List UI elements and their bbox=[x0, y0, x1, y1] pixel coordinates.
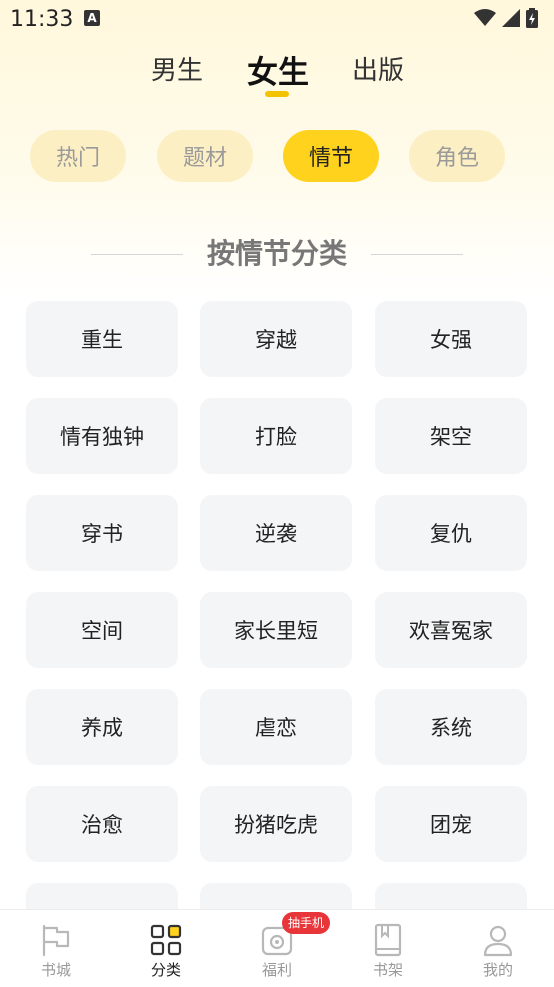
wifi-icon bbox=[474, 9, 496, 26]
tag-item-partial[interactable] bbox=[375, 883, 527, 909]
tag-item[interactable]: 系统 bbox=[375, 689, 527, 765]
category-chips: 热门 题材 情节 角色 bbox=[0, 130, 554, 184]
nav-label: 我的 bbox=[482, 961, 513, 979]
tab-publish[interactable]: 出版 bbox=[352, 50, 404, 87]
tag-item-partial[interactable] bbox=[26, 883, 178, 909]
tag-item[interactable]: 架空 bbox=[375, 398, 527, 474]
tag-item[interactable]: 穿书 bbox=[26, 495, 178, 571]
bookshelf-icon bbox=[374, 923, 402, 957]
bottom-nav: 书城 分类 抽手机 福利 书架 我的 bbox=[0, 909, 554, 987]
nav-label: 书架 bbox=[372, 961, 403, 979]
grid-icon bbox=[150, 924, 182, 956]
tag-item[interactable]: 女强 bbox=[375, 301, 527, 377]
tag-item[interactable]: 穿越 bbox=[200, 301, 352, 377]
person-icon bbox=[483, 925, 513, 957]
tag-item[interactable]: 养成 bbox=[26, 689, 178, 765]
nav-label: 福利 bbox=[261, 961, 292, 979]
gender-tabs: 男生 女生 出版 bbox=[0, 50, 554, 110]
tag-item[interactable]: 家长里短 bbox=[200, 592, 352, 668]
chip-hot[interactable]: 热门 bbox=[30, 130, 126, 182]
tag-item[interactable]: 虐恋 bbox=[200, 689, 352, 765]
chip-plot[interactable]: 情节 bbox=[283, 130, 379, 182]
tag-item[interactable]: 复仇 bbox=[375, 495, 527, 571]
tag-item[interactable]: 逆袭 bbox=[200, 495, 352, 571]
tag-item[interactable]: 扮猪吃虎 bbox=[200, 786, 352, 862]
notification-icon: A bbox=[84, 10, 100, 26]
status-bar: 11:33 A bbox=[0, 0, 554, 38]
tag-item[interactable]: 团宠 bbox=[375, 786, 527, 862]
chip-theme[interactable]: 题材 bbox=[157, 130, 253, 182]
tab-female[interactable]: 女生 bbox=[247, 47, 309, 92]
chip-role[interactable]: 角色 bbox=[409, 130, 505, 182]
nav-category[interactable]: 分类 bbox=[111, 910, 221, 987]
tag-item-partial[interactable] bbox=[200, 883, 352, 909]
status-time: 11:33 bbox=[10, 7, 74, 32]
nav-label: 书城 bbox=[40, 961, 71, 979]
tag-item[interactable]: 治愈 bbox=[26, 786, 178, 862]
signal-icon bbox=[502, 9, 520, 27]
flag-icon bbox=[42, 924, 70, 957]
tag-item[interactable]: 打脸 bbox=[200, 398, 352, 474]
section-header: 按情节分类 bbox=[0, 232, 554, 276]
tab-active-indicator bbox=[265, 91, 289, 97]
welfare-badge: 抽手机 bbox=[282, 912, 331, 934]
nav-welfare[interactable]: 抽手机 福利 bbox=[222, 910, 332, 987]
nav-label: 分类 bbox=[150, 961, 181, 979]
status-icons bbox=[474, 8, 538, 28]
section-divider-right bbox=[371, 254, 463, 255]
tab-male[interactable]: 男生 bbox=[151, 50, 203, 87]
tag-item[interactable]: 情有独钟 bbox=[26, 398, 178, 474]
nav-bookshelf[interactable]: 书架 bbox=[333, 910, 443, 987]
tag-item[interactable]: 空间 bbox=[26, 592, 178, 668]
battery-icon bbox=[526, 8, 538, 28]
section-title: 按情节分类 bbox=[206, 237, 347, 270]
nav-bookstore[interactable]: 书城 bbox=[1, 910, 111, 987]
nav-mine[interactable]: 我的 bbox=[443, 910, 553, 987]
tag-item[interactable]: 欢喜冤家 bbox=[375, 592, 527, 668]
tag-item[interactable]: 重生 bbox=[26, 301, 178, 377]
